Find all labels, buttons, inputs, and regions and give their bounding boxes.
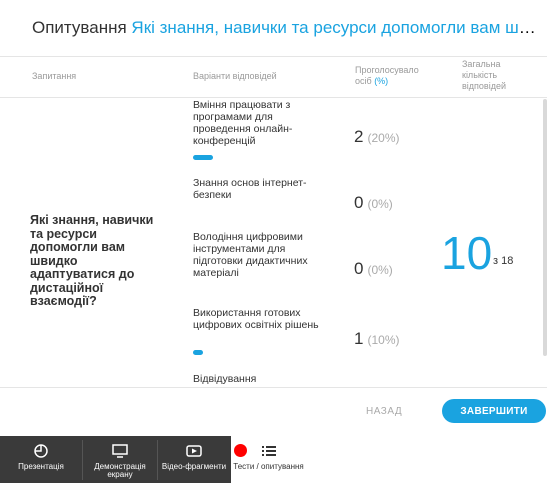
toolbar-tests-button[interactable]: Тести / опитування: [231, 436, 306, 483]
poll-header: Опитування Які знання, навички та ресурс…: [32, 18, 537, 38]
option-text: Використання готових цифрових освітніх р…: [193, 307, 319, 331]
finish-button[interactable]: ЗАВЕРШИТИ: [442, 399, 546, 423]
divider: [0, 97, 547, 98]
option-count: 1 (10%): [354, 329, 400, 348]
option-text: Знання основ інтернет-безпеки: [193, 177, 307, 201]
toolbar-video-button[interactable]: Відео-фрагменти: [158, 436, 230, 483]
back-button[interactable]: НАЗАД: [366, 406, 402, 417]
option-count: 0 (0%): [354, 259, 393, 278]
total-responses-value: 10: [441, 227, 493, 279]
column-header-options: Варіанти відповідей: [193, 71, 277, 81]
column-header-voted: Проголосувало осіб (%): [355, 65, 419, 86]
toolbar-presentation-button[interactable]: Презентація: [0, 436, 82, 483]
option-count: 0 (0%): [354, 193, 393, 212]
option-text: Володіння цифровими інструментами для пі…: [193, 231, 308, 279]
option-count: 2 (20%): [354, 127, 400, 146]
option-bar: [193, 155, 213, 160]
list-icon: [261, 446, 276, 456]
divider: [0, 387, 547, 388]
total-participants: з 18: [493, 255, 514, 267]
screen-share-icon: [112, 444, 128, 458]
column-header-total: Загальна кількість відповідей: [462, 59, 506, 91]
question-text: Які знання, навички та ресурси допомогли…: [30, 213, 154, 308]
toolbar-screen-share-button[interactable]: Демонстрація екрану: [83, 436, 157, 483]
poll-question-title: Які знання, навички та ресурси допомогли…: [131, 18, 537, 37]
column-header-question: Запитання: [32, 71, 77, 81]
option-text: Вміння працювати з програмами для провед…: [193, 99, 293, 147]
divider: [0, 56, 547, 57]
video-icon: [186, 445, 202, 457]
recording-indicator: [234, 444, 247, 457]
option-text: Відвідування: [193, 373, 257, 385]
poll-label: Опитування: [32, 18, 127, 37]
presentation-icon: [34, 444, 48, 458]
option-bar: [193, 350, 203, 355]
scrollbar[interactable]: [543, 99, 547, 356]
